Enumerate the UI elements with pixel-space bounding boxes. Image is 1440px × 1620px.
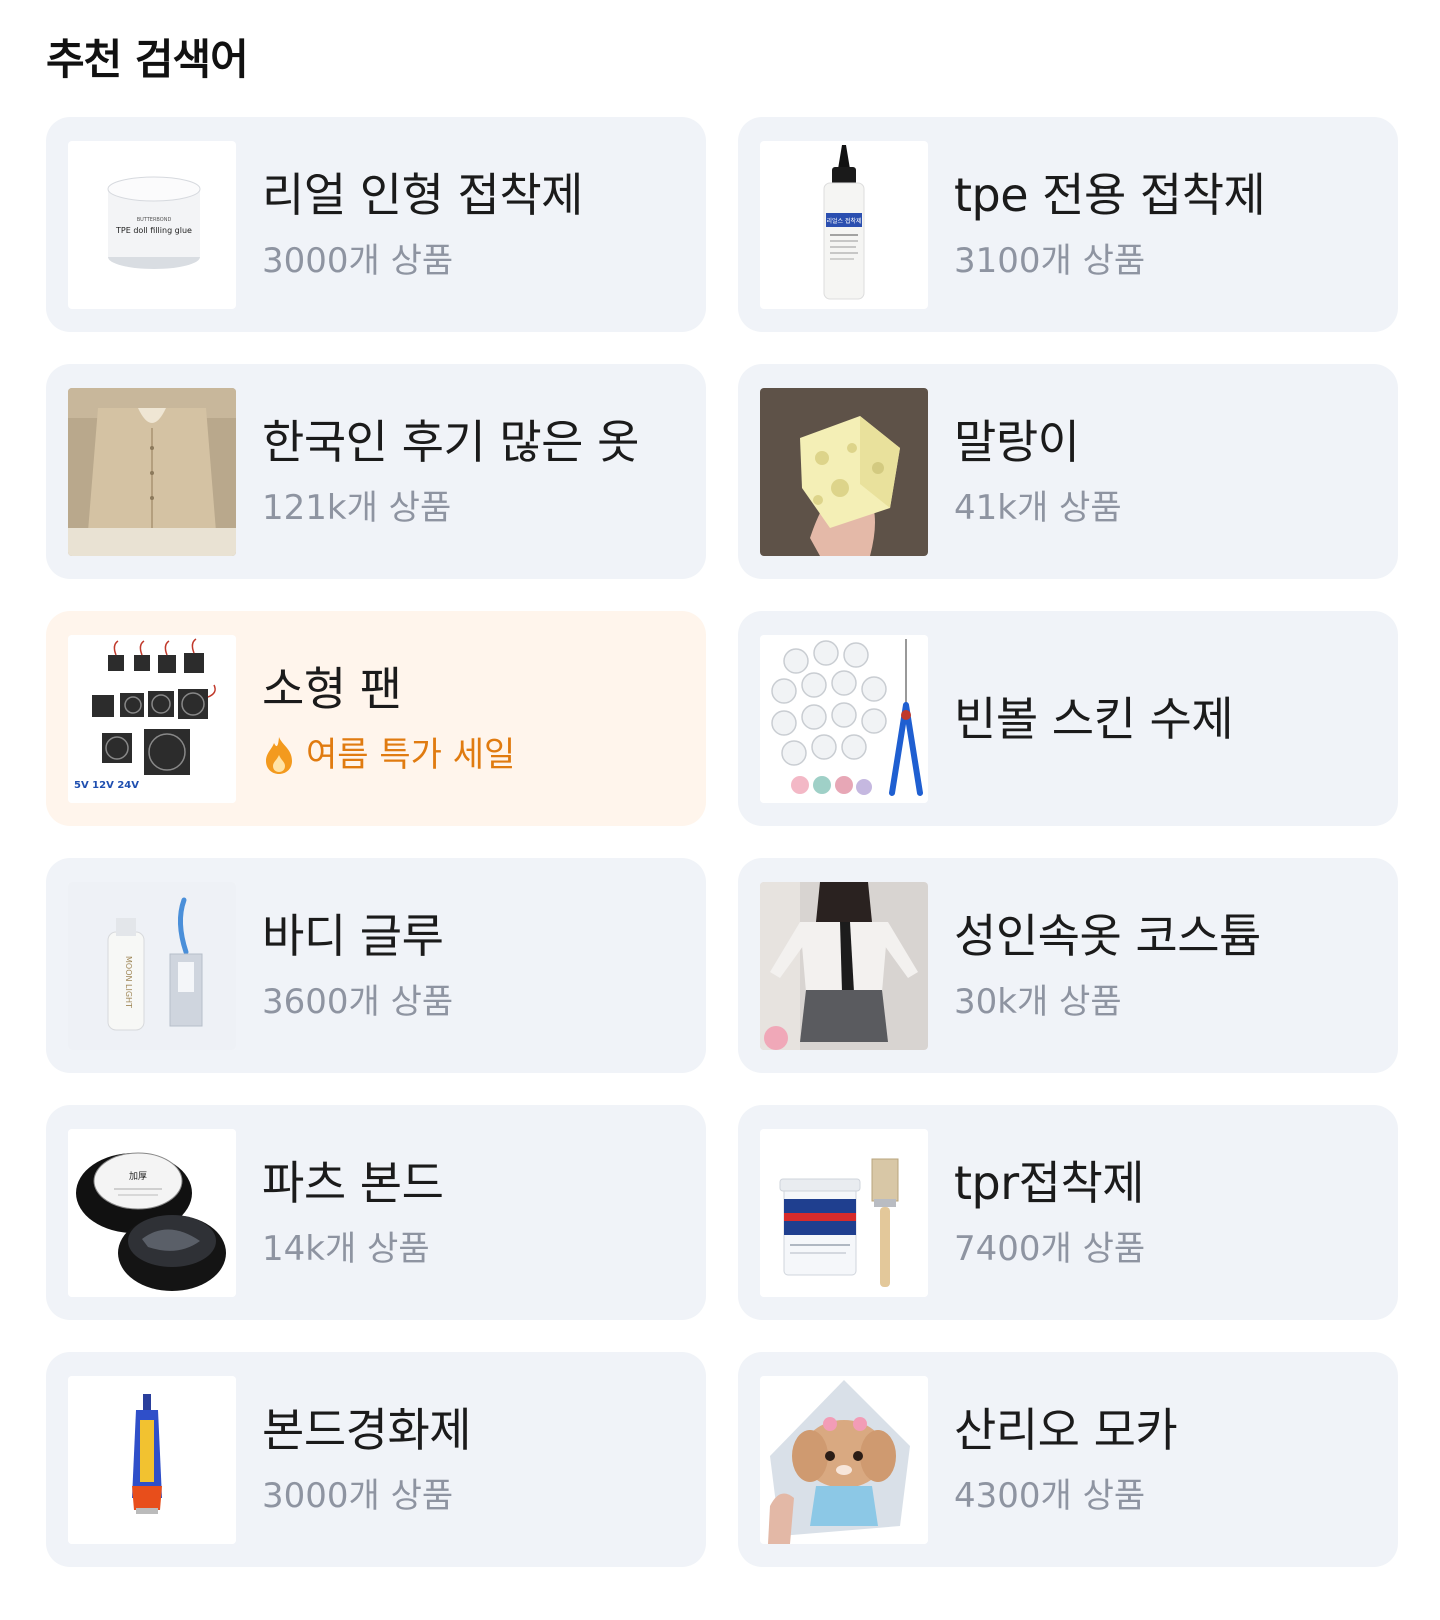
product-count: 14k개 상품 xyxy=(262,1228,430,1269)
keyword-text: 소형 팬 xyxy=(262,661,402,716)
keyword-card[interactable]: 한국인 후기 많은 옷 121k개 상품 xyxy=(46,364,706,579)
squishy-cube-image xyxy=(760,387,928,556)
product-count: 30k개 상품 xyxy=(954,981,1122,1022)
keyword-card[interactable]: 성인속옷 코스튬 30k개 상품 xyxy=(738,858,1398,1073)
keyword-card[interactable]: BUTTERBOND TPE doll filling glue 리얼 인형 접… xyxy=(46,117,706,332)
keyword-text: 빈볼 스킨 수제 xyxy=(954,691,1234,746)
svg-text:BUTTERBOND: BUTTERBOND xyxy=(137,217,172,223)
keyword-text: 성인속옷 코스튬 xyxy=(954,908,1261,963)
keyword-card[interactable]: 본드경화제 3000개 상품 xyxy=(46,1352,706,1567)
flame-icon xyxy=(266,736,292,774)
recommended-keywords-grid: BUTTERBOND TPE doll filling glue 리얼 인형 접… xyxy=(46,117,1398,1567)
bond-tube-image xyxy=(68,1375,236,1544)
svg-text:加厚: 加厚 xyxy=(129,1171,147,1182)
keyword-text: 산리오 모카 xyxy=(954,1402,1178,1457)
costume-image xyxy=(760,881,928,1050)
svg-text:5V 12V 24V: 5V 12V 24V xyxy=(74,780,139,791)
keyword-text: 파츠 본드 xyxy=(262,1155,444,1210)
svg-text:MOON LIGHT: MOON LIGHT xyxy=(124,956,133,1008)
product-count: 41k개 상품 xyxy=(954,487,1122,528)
cardigan-image xyxy=(68,387,236,556)
product-count: 121k개 상품 xyxy=(262,487,452,528)
keyword-text: 본드경화제 xyxy=(262,1402,472,1457)
svg-text:리얼스 접착제: 리얼스 접착제 xyxy=(826,217,861,225)
promo-label: 여름 특가 세일 xyxy=(262,733,515,777)
promo-text: 여름 특가 세일 xyxy=(306,734,516,775)
product-count: 3000개 상품 xyxy=(262,1475,454,1516)
product-count: 3000개 상품 xyxy=(262,240,454,281)
keyword-text: 한국인 후기 많은 옷 xyxy=(262,414,639,469)
product-count: 3600개 상품 xyxy=(262,981,454,1022)
keyword-card[interactable]: 加厚 파츠 본드 14k개 상품 xyxy=(46,1105,706,1320)
glue-bottle-image: 리얼스 접착제 xyxy=(760,140,928,309)
glue-tub-image: BUTTERBOND TPE doll filling glue xyxy=(68,140,236,309)
keyword-card[interactable]: 산리오 모카 4300개 상품 xyxy=(738,1352,1398,1567)
bean-ball-kit-image xyxy=(760,634,928,803)
product-count: 3100개 상품 xyxy=(954,240,1146,281)
keyword-text: tpr접착제 xyxy=(954,1155,1145,1210)
keyword-text: 바디 글루 xyxy=(262,908,444,963)
keyword-text: 말랑이 xyxy=(954,414,1080,469)
parts-bond-jars-image: 加厚 xyxy=(68,1128,236,1297)
sanrio-plush-image xyxy=(760,1375,928,1544)
tpr-glue-bucket-image xyxy=(760,1128,928,1297)
keyword-card[interactable]: 리얼스 접착제 tpe 전용 접착제 3100개 상품 xyxy=(738,117,1398,332)
product-count: 7400개 상품 xyxy=(954,1228,1146,1269)
small-fans-image: 5V 12V 24V xyxy=(68,634,236,803)
product-count: 4300개 상품 xyxy=(954,1475,1146,1516)
keyword-card[interactable]: MOON LIGHT 바디 글루 3600개 상품 xyxy=(46,858,706,1073)
keyword-card[interactable]: 빈볼 스킨 수제 xyxy=(738,611,1398,826)
keyword-text: 리얼 인형 접착제 xyxy=(262,167,583,222)
keyword-card[interactable]: 말랑이 41k개 상품 xyxy=(738,364,1398,579)
body-glue-image: MOON LIGHT xyxy=(68,881,236,1050)
section-title: 추천 검색어 xyxy=(46,35,249,84)
keyword-card-promo[interactable]: 5V 12V 24V 소형 팬 여름 특가 세일 xyxy=(46,611,706,826)
keyword-text: tpe 전용 접착제 xyxy=(954,167,1266,222)
keyword-card[interactable]: tpr접착제 7400개 상품 xyxy=(738,1105,1398,1320)
svg-text:TPE doll filling glue: TPE doll filling glue xyxy=(115,226,192,235)
